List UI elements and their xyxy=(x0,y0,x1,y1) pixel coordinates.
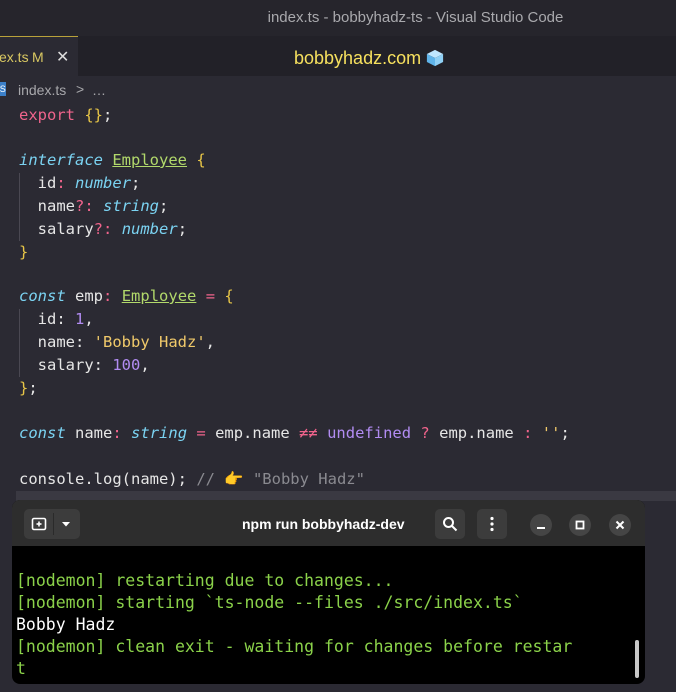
modified-indicator: M xyxy=(32,49,44,65)
breadcrumb-file[interactable]: index.ts xyxy=(18,82,66,98)
code-line-7: } xyxy=(19,243,29,261)
minimize-icon xyxy=(537,527,545,529)
pointing-hand-icon: 👉 xyxy=(224,470,244,488)
terminal-line: t xyxy=(16,659,26,678)
terminal-header: npm run bobbyhadz-dev xyxy=(12,500,645,546)
code-line-3: interface Employee { xyxy=(19,151,206,169)
terminal-line: [nodemon] clean exit - waiting for chang… xyxy=(16,637,573,656)
code-line-17: console.log(name); // 👉 "Bobby Hadz" xyxy=(19,470,365,488)
code-line-4: id: number; xyxy=(37,174,141,192)
maximize-button[interactable] xyxy=(569,514,591,536)
search-button[interactable] xyxy=(435,509,465,539)
code-line-12: salary: 100, xyxy=(37,356,150,374)
close-icon xyxy=(615,520,625,530)
close-button[interactable] xyxy=(609,514,631,536)
terminal-line: [nodemon] starting `ts-node --files ./sr… xyxy=(16,593,523,612)
kebab-menu-icon xyxy=(490,516,494,532)
terminal-line: [nodemon] restarting due to changes... xyxy=(16,571,394,590)
terminal-scrollbar[interactable] xyxy=(635,640,639,678)
code-line-15: const name: string = emp.name ≠≠ undefin… xyxy=(19,424,570,442)
tab-index-ts[interactable]: ex.ts M ✕ xyxy=(0,36,78,76)
code-line-10: id: 1, xyxy=(37,310,94,328)
code-line-1: export {}; xyxy=(19,106,113,124)
terminal-title: npm run bobbyhadz-dev xyxy=(242,516,405,532)
code-line-6: salary?: number; xyxy=(37,220,188,238)
new-tab-icon xyxy=(31,517,47,531)
brand-watermark: bobbyhadz.com xyxy=(294,48,444,69)
menu-button[interactable] xyxy=(477,509,507,539)
breadcrumb-more[interactable]: … xyxy=(92,82,106,98)
code-line-11: name: 'Bobby Hadz', xyxy=(37,333,215,351)
code-line-5: name?: string; xyxy=(37,197,169,215)
maximize-icon xyxy=(575,520,585,530)
minimize-button[interactable] xyxy=(530,514,552,536)
chevron-right-icon: > xyxy=(76,81,85,97)
window-titlebar: index.ts - bobbyhadz-ts - Visual Studio … xyxy=(0,0,676,36)
search-icon xyxy=(443,517,458,532)
typescript-file-icon: TS xyxy=(0,82,6,96)
terminal-output[interactable]: [nodemon] restarting due to changes... [n… xyxy=(16,548,572,680)
terminal-line: Bobby Hadz xyxy=(16,615,116,634)
close-icon[interactable]: ✕ xyxy=(56,47,69,67)
tab-label: ex.ts xyxy=(0,49,29,65)
code-line-13: }; xyxy=(19,379,38,397)
terminal-window[interactable]: npm run bobbyhadz-dev [nodemon] restarti… xyxy=(12,500,645,684)
new-tab-button[interactable] xyxy=(24,509,80,539)
cube-icon xyxy=(426,49,444,67)
brand-text: bobbyhadz.com xyxy=(294,48,422,68)
window-title: index.ts - bobbyhadz-ts - Visual Studio … xyxy=(267,9,564,26)
code-line-9: const emp: Employee = { xyxy=(19,287,234,305)
chevron-down-icon[interactable] xyxy=(61,519,71,529)
